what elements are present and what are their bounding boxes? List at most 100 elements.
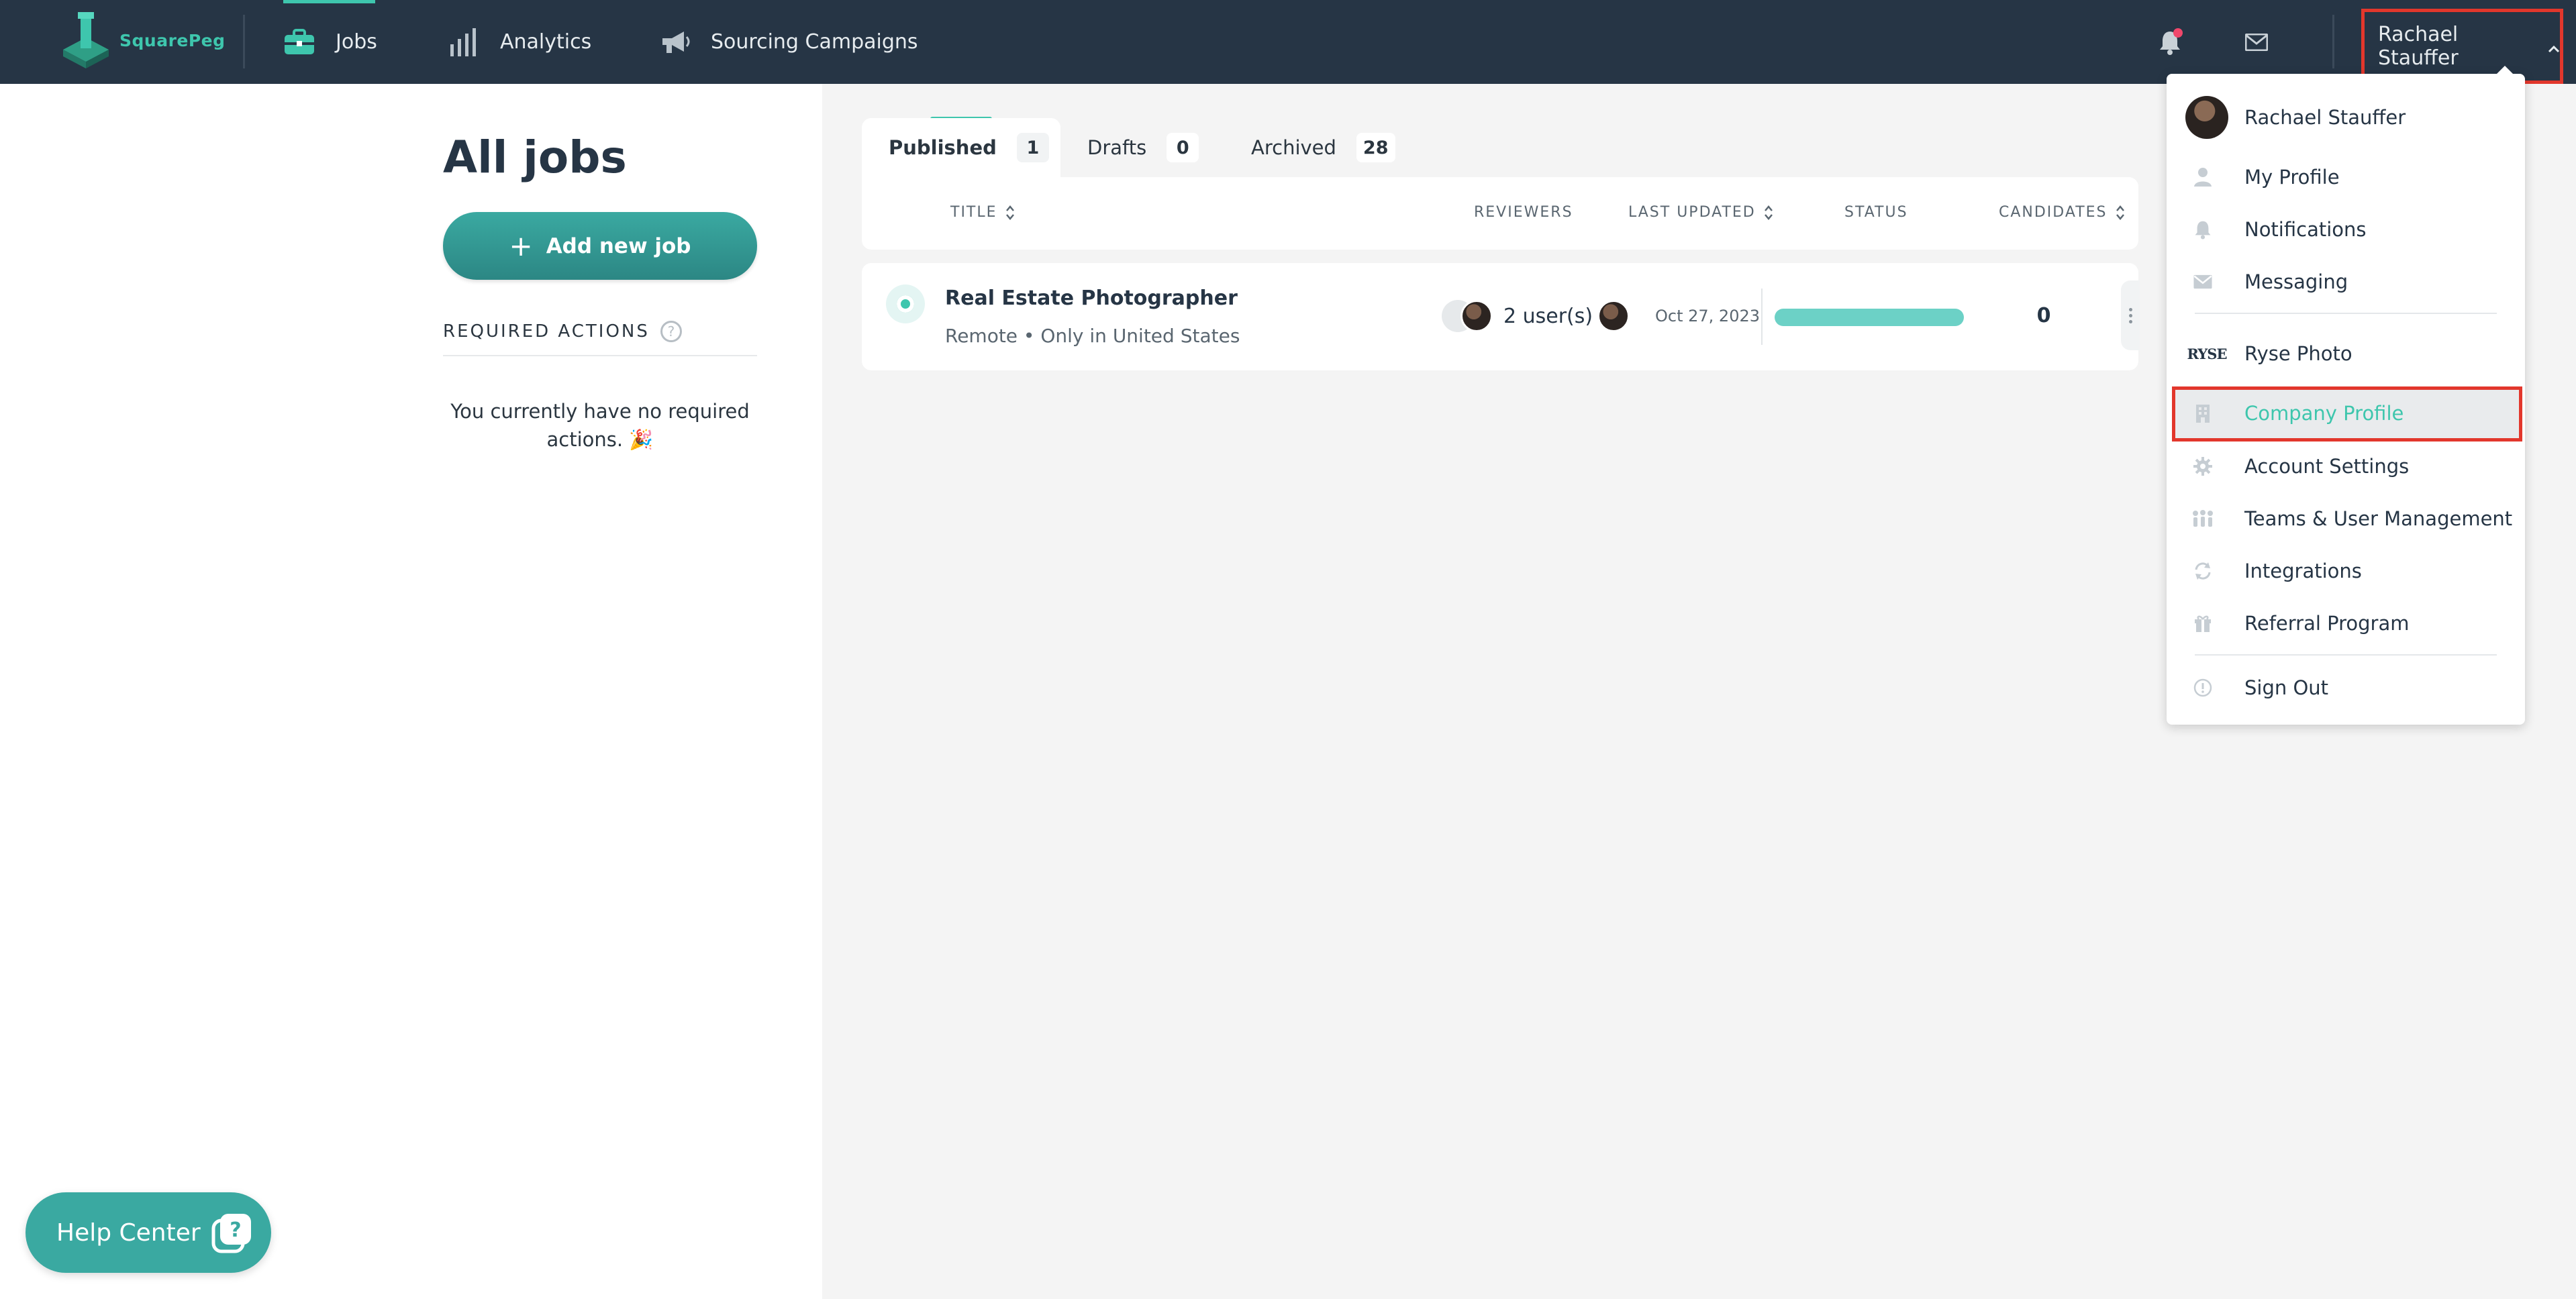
last-updated-avatar [1597, 300, 1630, 332]
tab-drafts[interactable]: Drafts 0 [1087, 118, 1199, 177]
status-progress-bar [1775, 309, 1964, 326]
column-header-candidates[interactable]: CANDIDATES [1999, 204, 2125, 221]
tab-drafts-count: 0 [1167, 133, 1199, 162]
person-icon [2191, 167, 2215, 187]
tab-archived-label: Archived [1251, 136, 1336, 159]
menu-item-sign-out[interactable]: Sign Out [2167, 662, 2525, 714]
menu-item-referral-program[interactable]: Referral Program [2167, 597, 2525, 650]
menu-label: Integrations [2244, 560, 2362, 582]
notifications-bell-button[interactable] [2152, 24, 2188, 60]
tab-drafts-label: Drafts [1087, 136, 1147, 159]
squarepeg-logo-icon [63, 12, 109, 68]
menu-item-my-profile[interactable]: My Profile [2167, 151, 2525, 203]
help-question-icon[interactable]: ? [660, 321, 682, 342]
chevron-up-icon [2548, 35, 2560, 58]
nav-analytics-label: Analytics [500, 30, 592, 54]
bar-chart-icon [449, 27, 480, 58]
nav-analytics[interactable]: Analytics [449, 0, 591, 84]
reviewers-cell[interactable]: 2 user(s) [1442, 300, 1593, 332]
divider [443, 355, 757, 356]
avatar [2185, 96, 2228, 139]
column-header-last-updated[interactable]: LAST UPDATED [1628, 204, 1773, 221]
nav-jobs[interactable]: Jobs [283, 0, 377, 84]
bell-icon [2191, 219, 2215, 240]
megaphone-icon [660, 29, 691, 56]
job-status-indicator [886, 284, 925, 323]
avatar [1597, 300, 1630, 332]
menu-item-user[interactable]: Rachael Stauffer [2167, 91, 2525, 144]
candidates-count[interactable]: 0 [2027, 304, 2061, 327]
reviewers-count: 2 user(s) [1503, 304, 1593, 328]
menu-label: Company Profile [2244, 402, 2404, 425]
svg-text:?: ? [230, 1218, 241, 1242]
divider [1761, 289, 1763, 345]
add-new-job-button[interactable]: + Add new job [443, 212, 757, 280]
nav-sourcing-label: Sourcing Campaigns [711, 30, 918, 54]
dropdown-caret [2495, 66, 2514, 75]
logo-text: SquarePeg [119, 30, 226, 50]
required-actions-heading: REQUIRED ACTIONS ? [443, 321, 682, 342]
user-menu-toggle[interactable]: Rachael Stauffer [2361, 9, 2563, 84]
sort-icon [1005, 205, 1015, 221]
menu-label: Account Settings [2244, 455, 2410, 478]
briefcase-icon [283, 28, 315, 56]
nav-divider [243, 15, 245, 68]
job-title-link[interactable]: Real Estate Photographer [945, 287, 1238, 310]
menu-item-notifications[interactable]: Notifications [2167, 203, 2525, 256]
menu-item-integrations[interactable]: Integrations [2167, 545, 2525, 597]
envelope-icon [2245, 34, 2268, 51]
no-required-actions-message: You currently have no required actions. … [450, 400, 750, 451]
building-icon [2191, 403, 2215, 423]
row-more-menu-button[interactable] [2121, 280, 2140, 350]
chat-question-icon: ? [211, 1211, 254, 1260]
top-navigation-bar [0, 0, 2576, 84]
menu-item-account-settings[interactable]: Account Settings [2167, 440, 2525, 492]
sort-icon [2116, 205, 2125, 221]
menu-divider [2195, 313, 2497, 314]
help-center-button[interactable]: Help Center ? [26, 1192, 271, 1273]
tab-published-label: Published [889, 136, 997, 159]
menu-divider [2195, 654, 2497, 656]
info-circle-icon [2191, 678, 2215, 698]
add-new-job-label: Add new job [546, 233, 691, 258]
tab-published[interactable]: Published 1 [862, 118, 1060, 177]
tab-archived-count: 28 [1356, 133, 1395, 162]
tab-archived[interactable]: Archived 28 [1251, 118, 1395, 177]
kebab-dot [2128, 313, 2132, 317]
menu-item-teams-user-management[interactable]: Teams & User Management [2167, 492, 2525, 545]
menu-label: Sign Out [2244, 676, 2329, 699]
menu-item-messaging[interactable]: Messaging [2167, 256, 2525, 308]
menu-label: Messaging [2244, 270, 2348, 293]
envelope-icon [2191, 274, 2215, 289]
gift-icon [2191, 614, 2215, 633]
squarepeg-logo[interactable]: SquarePeg [62, 11, 226, 70]
last-updated-date: Oct 27, 2023 [1655, 307, 1760, 325]
column-header-title-label: TITLE [950, 204, 997, 221]
messages-button[interactable] [2238, 24, 2275, 60]
status-dot [897, 295, 914, 313]
user-menu-name: Rachael Stauffer [2378, 23, 2459, 70]
menu-label: Ryse Photo [2244, 342, 2352, 365]
nav-jobs-label: Jobs [336, 30, 377, 54]
tab-published-count: 1 [1016, 133, 1049, 162]
column-header-title[interactable]: TITLE [950, 204, 1015, 221]
page-title: All jobs [443, 132, 627, 183]
sync-icon [2191, 562, 2215, 580]
menu-label: My Profile [2244, 166, 2340, 189]
menu-label: Notifications [2244, 218, 2367, 241]
avatar [1460, 300, 1493, 332]
company-logo: RYSE [2187, 345, 2228, 362]
nav-sourcing-campaigns[interactable]: Sourcing Campaigns [660, 0, 918, 84]
job-location: Remote • Only in United States [945, 325, 1240, 347]
nav-divider [2332, 15, 2334, 68]
column-header-last-updated-label: LAST UPDATED [1628, 204, 1756, 221]
kebab-dot [2128, 307, 2132, 311]
menu-label: Referral Program [2244, 612, 2410, 635]
column-header-status: STATUS [1844, 204, 1908, 221]
plus-icon: + [509, 229, 533, 262]
menu-item-company-switch[interactable]: RYSE Ryse Photo [2167, 327, 2525, 380]
menu-item-company-profile[interactable]: Company Profile [2167, 387, 2525, 439]
menu-user-name: Rachael Stauffer [2244, 106, 2406, 129]
sort-icon [1764, 205, 1773, 221]
team-icon [2191, 509, 2215, 528]
